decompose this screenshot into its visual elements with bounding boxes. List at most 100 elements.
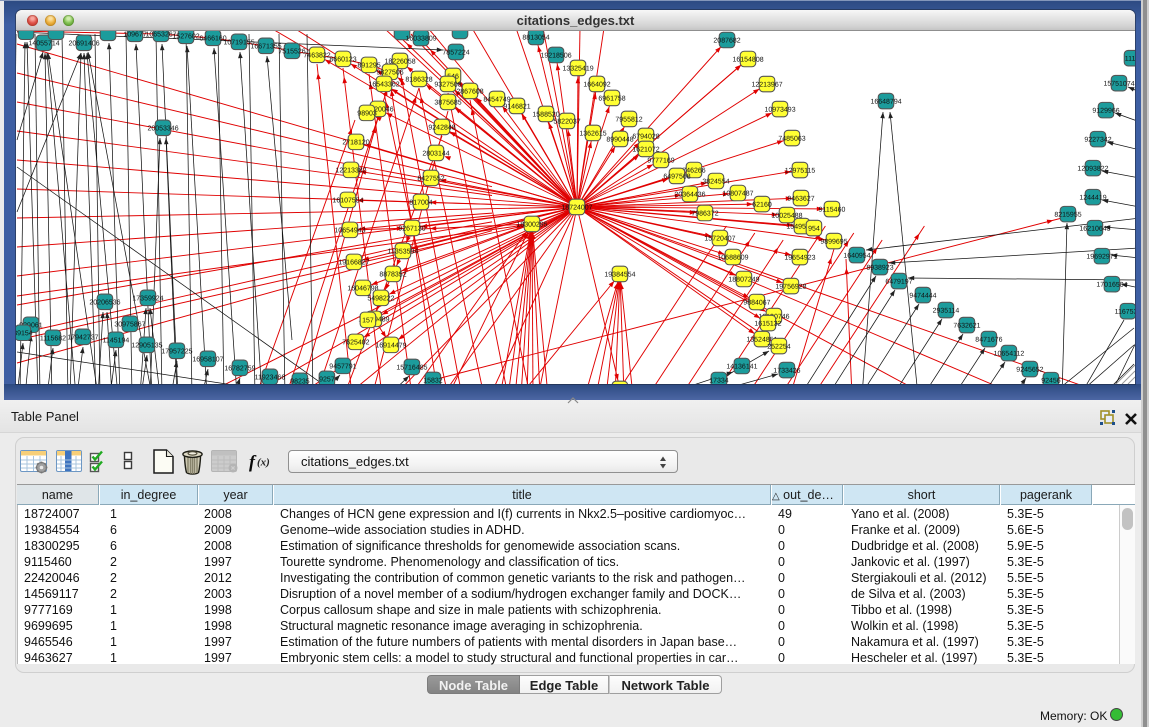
svg-text:3875685: 3875685 [434,99,461,106]
svg-text:12093822: 12093822 [1077,166,1108,173]
svg-text:1112: 1112 [1125,56,1135,63]
svg-text:30975867: 30975867 [114,321,145,328]
svg-text:2867608: 2867608 [456,88,483,95]
svg-text:8938923: 8938923 [866,265,893,272]
svg-text:9884067: 9884067 [743,300,770,307]
svg-text:98235: 98235 [290,378,310,384]
svg-text:19756928: 19756928 [775,284,806,291]
svg-text:5822037: 5822037 [553,118,580,125]
svg-text:16107554: 16107554 [332,197,363,204]
svg-text:2718120: 2718120 [342,139,369,146]
svg-text:13325419: 13325419 [562,65,593,72]
svg-text:817004: 817004 [409,199,432,206]
svg-text:9457791: 9457791 [329,363,356,370]
svg-text:12975115: 12975115 [785,168,816,175]
svg-text:18724007: 18724007 [561,204,592,211]
svg-text:14136141: 14136141 [726,364,757,371]
svg-text:8813054: 8813054 [522,34,549,41]
svg-text:9327508: 9327508 [434,81,461,88]
svg-text:16543362: 16543362 [368,81,399,88]
svg-text:12213967: 12213967 [751,82,782,89]
svg-text:62160: 62160 [752,202,772,209]
svg-text:8427552: 8427552 [417,175,444,182]
svg-text:7463822: 7463822 [303,52,330,59]
svg-text:16671355: 16671355 [250,43,281,50]
svg-text:12213382: 12213382 [335,167,366,174]
svg-text:19654923: 19654923 [784,255,815,262]
svg-text:10973493: 10973493 [764,107,795,114]
svg-text:16210643: 16210643 [1079,226,1110,233]
svg-text:20691406: 20691406 [68,40,99,47]
svg-text:15720407: 15720407 [704,236,735,243]
svg-text:7986372: 7986372 [691,211,718,218]
svg-text:6961758: 6961758 [598,96,625,103]
svg-text:9777169: 9777169 [647,158,674,165]
svg-text:19166827: 19166827 [338,259,369,266]
svg-text:11923466: 11923466 [255,374,286,381]
svg-text:2803144: 2803144 [422,150,449,157]
svg-text:1145194: 1145194 [103,337,130,344]
svg-text:1664092: 1664092 [583,82,610,89]
svg-text:157: 157 [362,317,374,324]
svg-text:7632621: 7632621 [953,323,980,330]
svg-text:8454749: 8454749 [483,96,510,103]
svg-text:5498222: 5498222 [367,295,394,302]
svg-text:8990448: 8990448 [606,137,633,144]
svg-text:2935114: 2935114 [933,308,960,315]
svg-text:109677: 109677 [123,31,146,38]
svg-text:92456: 92456 [1041,378,1061,384]
svg-text:19218506: 19218506 [540,52,571,59]
svg-text:2087682: 2087682 [713,38,740,45]
svg-text:10654112: 10654112 [994,351,1025,358]
svg-text:9899695: 9899695 [820,239,847,246]
svg-text:1244419: 1244419 [1079,195,1106,202]
svg-text:9129966: 9129966 [1092,108,1119,115]
svg-text:17016504: 17016504 [1096,282,1127,289]
svg-text:6794028: 6794028 [632,134,659,141]
svg-text:(x): (x) [257,457,270,469]
svg-text:9245652: 9245652 [1016,367,1043,374]
svg-text:1527602: 1527602 [172,33,199,40]
svg-text:1167533: 1167533 [1115,309,1135,316]
svg-text:7857224: 7857224 [442,49,469,56]
svg-text:15716485: 15716485 [396,364,427,371]
svg-text:16648794: 16648794 [870,99,901,106]
svg-text:6497568: 6497568 [663,174,690,181]
svg-text:f: f [249,452,257,472]
svg-text:9115460: 9115460 [819,207,846,214]
svg-text:16958107: 16958107 [192,356,223,363]
svg-text:20053346: 20053346 [147,125,178,132]
svg-text:9267130: 9267130 [398,225,425,232]
svg-text:98903: 98903 [357,110,377,117]
svg-text:8186328: 8186328 [405,76,432,83]
svg-text:20364436: 20364436 [674,192,705,199]
svg-text:16033809: 16033809 [405,35,436,42]
svg-text:9242848: 9242848 [428,124,455,131]
svg-text:8660123: 8660123 [329,56,356,63]
svg-text:12905135: 12905135 [131,342,162,349]
svg-text:11353594: 11353594 [388,248,419,255]
svg-text:10654943: 10654943 [334,227,365,234]
svg-text:1640954: 1640954 [843,253,870,260]
svg-text:7625402: 7625402 [342,339,369,346]
svg-text:16154808: 16154808 [732,57,763,64]
svg-text:15751074: 15751074 [1103,81,1134,88]
svg-text:17359924: 17359924 [132,295,163,302]
svg-text:6479197: 6479197 [885,279,912,286]
svg-text:16914479: 16914479 [375,342,406,349]
svg-text:10807487: 10807487 [722,191,753,198]
svg-text:9227342: 9227342 [1084,137,1111,144]
svg-text:7955812: 7955812 [615,117,642,124]
svg-text:18807249: 18807249 [728,277,759,284]
svg-text:9463627: 9463627 [787,196,814,203]
svg-text:3824554: 3824554 [702,179,729,186]
svg-text:8878352: 8878352 [379,271,406,278]
svg-text:8215955: 8215955 [1054,212,1081,219]
svg-text:1362615: 1362615 [579,131,606,138]
svg-text:17942737: 17942737 [67,334,98,341]
svg-text:10688609: 10688609 [717,255,748,262]
svg-text:1115682: 1115682 [40,335,66,342]
svg-text:252254: 252254 [767,344,790,351]
svg-text:9827506: 9827506 [376,69,403,76]
svg-text:39154: 39154 [16,330,33,337]
